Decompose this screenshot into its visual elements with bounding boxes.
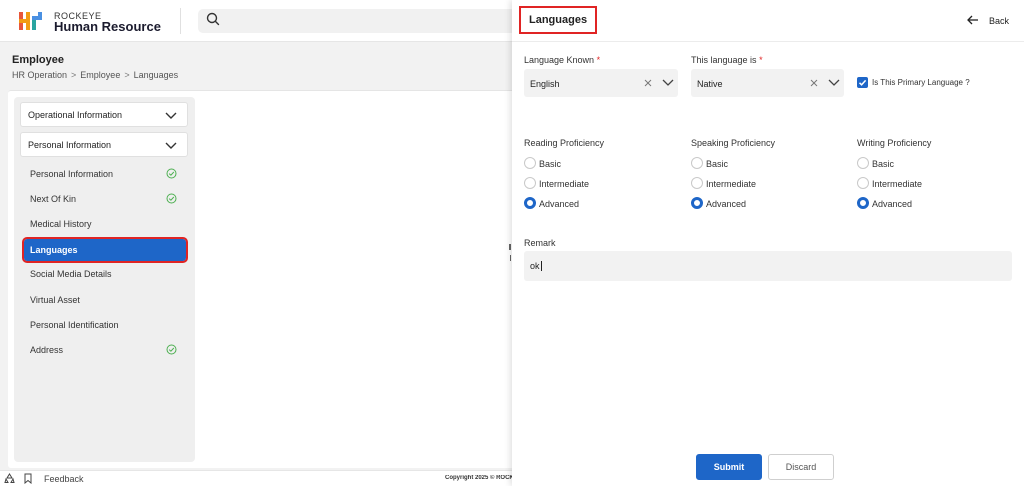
breadcrumb-hr-operation[interactable]: HR Operation [12, 70, 67, 80]
breadcrumb-separator: > [124, 70, 130, 80]
back-label: Back [989, 16, 1010, 26]
reading-basic-radio[interactable] [524, 157, 536, 169]
language-is-label: This language is * [691, 55, 763, 65]
drawer-header: Languages Back [512, 0, 1024, 42]
breadcrumb-languages: Languages [133, 70, 179, 80]
sidebar-item-label: Personal Identification [30, 320, 119, 330]
sidebar-item-label: Languages [30, 245, 78, 255]
speaking-proficiency-label: Speaking Proficiency [691, 138, 776, 148]
clear-icon[interactable] [644, 79, 652, 87]
reading-intermediate-radio[interactable] [524, 177, 536, 189]
chevron-down-icon[interactable] [662, 78, 674, 87]
language-known-label: Language Known * [524, 55, 600, 65]
search-icon[interactable] [206, 12, 220, 26]
radio-label: Basic [706, 159, 729, 169]
language-is-select[interactable]: Native [691, 69, 844, 97]
checkmark-icon [858, 79, 867, 86]
speaking-advanced-radio[interactable] [691, 197, 703, 209]
sidebar-item-label: Personal Information [30, 169, 114, 179]
remark-input[interactable]: ok [524, 251, 1012, 281]
required-marker: * [759, 55, 763, 65]
section-label: Personal Information [28, 140, 112, 150]
sidebar-item-label: Social Media Details [30, 269, 112, 279]
radio-label: Advanced [872, 199, 913, 209]
language-is-label-text: This language is [691, 55, 757, 65]
primary-language-checkbox[interactable] [857, 77, 868, 88]
radio-label: Intermediate [872, 179, 923, 189]
drawer-title: Languages [519, 6, 598, 34]
clear-icon[interactable] [810, 79, 818, 87]
radio-label: Intermediate [706, 179, 757, 189]
radio-label: Basic [872, 159, 895, 169]
chevron-down-icon[interactable] [828, 78, 840, 87]
chevron-down-icon [165, 142, 177, 149]
sidebar-item-social-media-details[interactable]: Social Media Details [24, 263, 186, 285]
section-personal-information[interactable]: Personal Information [20, 132, 188, 157]
primary-language-label: Is This Primary Language ? [872, 78, 970, 87]
bookmark-icon[interactable] [23, 473, 33, 484]
sidebar-item-address[interactable]: Address [24, 339, 186, 361]
breadcrumb: HR Operation > Employee > Languages [12, 70, 178, 80]
writing-intermediate-radio[interactable] [857, 177, 869, 189]
sidebar-item-languages[interactable]: Languages [22, 237, 188, 263]
arrow-left-icon [967, 15, 978, 25]
feedback-link[interactable]: Feedback [44, 474, 84, 484]
obscured-text-fragment [509, 244, 511, 250]
speaking-intermediate-radio[interactable] [691, 177, 703, 189]
language-known-label-text: Language Known [524, 55, 595, 65]
sidebar-item-personal-identification[interactable]: Personal Identification [24, 314, 186, 336]
brand-title: Human Resource [54, 19, 161, 34]
section-operational-information[interactable]: Operational Information [20, 102, 188, 127]
sidebar-item-next-of-kin[interactable]: Next Of Kin [24, 188, 186, 210]
required-marker: * [596, 55, 601, 65]
rockeye-logo [19, 12, 42, 30]
writing-advanced-radio[interactable] [857, 197, 869, 209]
sidebar-item-label: Address [30, 345, 64, 355]
writing-proficiency-label: Writing Proficiency [857, 138, 932, 148]
reading-proficiency-label: Reading Proficiency [524, 138, 605, 148]
page-title: Employee [12, 54, 64, 66]
section-label: Operational Information [28, 110, 123, 120]
sidebar-item-personal-information[interactable]: Personal Information [24, 163, 186, 185]
remark-label: Remark [524, 238, 556, 248]
radio-label: Intermediate [539, 179, 590, 189]
writing-basic-radio[interactable] [857, 157, 869, 169]
text-cursor [541, 261, 542, 271]
language-is-value: Native [697, 79, 723, 89]
sidebar-item-medical-history[interactable]: Medical History [24, 213, 186, 235]
language-known-select[interactable]: English [524, 69, 678, 97]
check-circle-icon [166, 344, 177, 355]
radio-label: Advanced [706, 199, 747, 209]
breadcrumb-separator: > [71, 70, 77, 80]
global-search-input[interactable] [198, 9, 518, 33]
sidebar-item-label: Next Of Kin [30, 194, 77, 204]
speaking-basic-radio[interactable] [691, 157, 703, 169]
sidebar-item-virtual-asset[interactable]: Virtual Asset [24, 289, 186, 311]
reading-advanced-radio[interactable] [524, 197, 536, 209]
copyright-text: Copyright 2025 © ROCKEYE [445, 475, 512, 481]
remark-value: ok [530, 261, 540, 271]
language-known-value: English [530, 79, 560, 89]
radio-label: Basic [539, 159, 562, 169]
discard-button[interactable]: Discard [768, 454, 834, 480]
header-divider [180, 8, 181, 34]
recycle-icon[interactable] [4, 473, 15, 484]
languages-drawer: Languages Back Language Known * English … [512, 0, 1024, 486]
submit-button[interactable]: Submit [696, 454, 762, 480]
sidebar-item-label: Medical History [30, 219, 92, 229]
sidebar-item-label: Virtual Asset [30, 295, 80, 305]
check-circle-icon [166, 193, 177, 204]
chevron-down-icon [165, 112, 177, 119]
obscured-text-fragment [510, 255, 511, 261]
radio-label: Advanced [539, 199, 580, 209]
breadcrumb-employee[interactable]: Employee [80, 70, 120, 80]
check-circle-icon [166, 168, 177, 179]
